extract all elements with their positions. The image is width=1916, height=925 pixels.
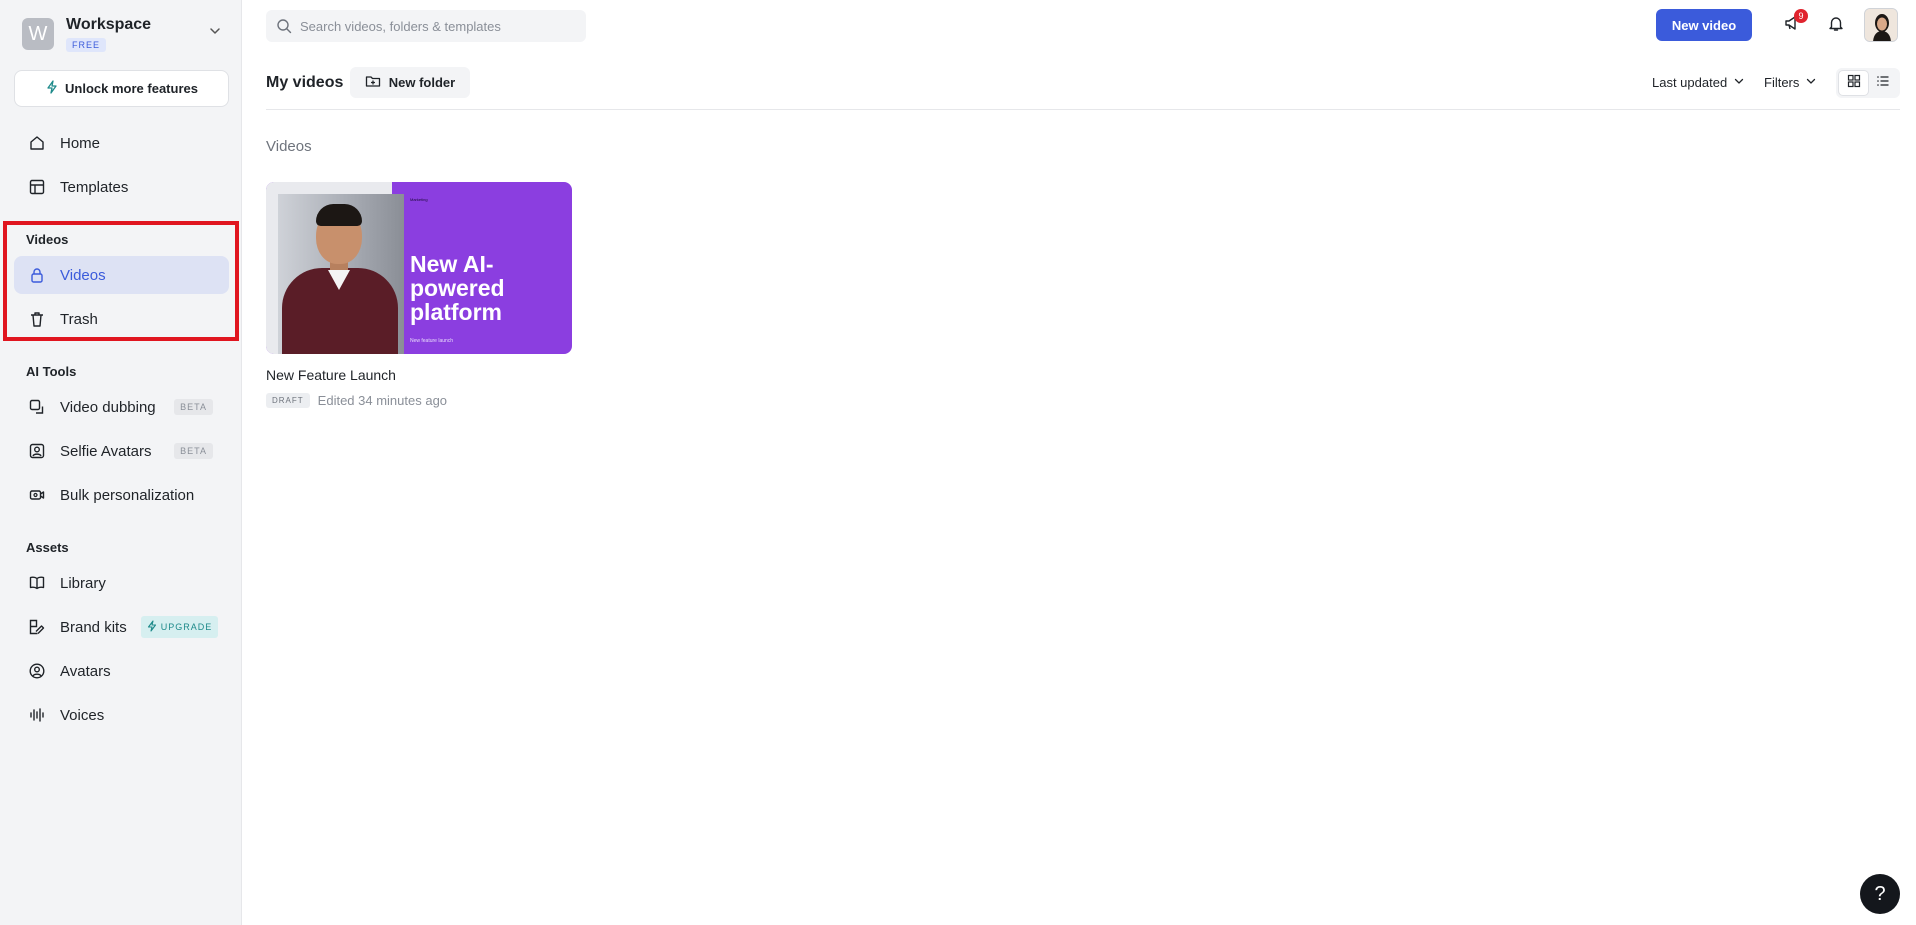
- presenter-photo: [278, 194, 404, 354]
- brand-kit-icon: [28, 618, 46, 636]
- grid-icon: [1847, 74, 1861, 93]
- sidebar-item-brand-kits[interactable]: Brand kits UPGRADE: [14, 608, 229, 646]
- app-root: W Workspace FREE Unlock more features Ho…: [0, 0, 1916, 925]
- sidebar-item-bulk-personalization[interactable]: Bulk personalization: [14, 476, 229, 514]
- notifications-button[interactable]: [1824, 13, 1848, 37]
- selfie-avatar-icon: [28, 442, 46, 460]
- sidebar-item-templates[interactable]: Templates: [14, 168, 229, 206]
- video-card[interactable]: Marketing New AI-powered platform New fe…: [266, 182, 572, 408]
- sort-dropdown[interactable]: Last updated: [1652, 75, 1745, 90]
- filters-label: Filters: [1764, 75, 1800, 90]
- new-folder-label: New folder: [388, 75, 456, 90]
- section-label-ai-tools: AI Tools: [26, 364, 77, 379]
- sidebar-item-label: Templates: [60, 178, 129, 196]
- video-thumbnail[interactable]: Marketing New AI-powered platform New fe…: [266, 182, 572, 354]
- sidebar-item-label: Brand kits: [60, 618, 127, 636]
- video-meta: DRAFT Edited 34 minutes ago: [266, 393, 572, 408]
- chevron-down-icon[interactable]: [208, 24, 222, 43]
- sidebar: W Workspace FREE Unlock more features Ho…: [0, 0, 242, 925]
- sidebar-item-video-dubbing[interactable]: Video dubbing BETA: [14, 388, 229, 426]
- sidebar-item-label: Bulk personalization: [60, 486, 195, 504]
- search-icon: [276, 18, 292, 34]
- section-label-assets: Assets: [26, 540, 69, 555]
- beta-badge: BETA: [174, 443, 213, 459]
- chevron-down-icon: [1733, 75, 1745, 90]
- thumbnail-headline: New AI-powered platform: [410, 251, 505, 325]
- workspace-plan-badge: FREE: [66, 38, 107, 52]
- list-view-button[interactable]: [1868, 71, 1897, 95]
- sort-label: Last updated: [1652, 75, 1728, 90]
- user-avatar[interactable]: [1864, 8, 1898, 42]
- sidebar-item-label: Avatars: [60, 662, 111, 680]
- filters-dropdown[interactable]: Filters: [1764, 75, 1817, 90]
- folder-plus-icon: [365, 73, 381, 92]
- waveform-icon: [28, 706, 46, 724]
- sidebar-item-voices[interactable]: Voices: [14, 696, 229, 734]
- sidebar-item-library[interactable]: Library: [14, 564, 229, 602]
- beta-badge: BETA: [174, 399, 213, 415]
- workspace-avatar: W: [22, 18, 54, 50]
- sidebar-item-label: Video dubbing: [60, 398, 156, 416]
- book-icon: [28, 574, 46, 592]
- dubbing-icon: [28, 398, 46, 416]
- unlock-features-label: Unlock more features: [65, 81, 198, 96]
- search-bar[interactable]: [266, 10, 586, 42]
- edited-timestamp: Edited 34 minutes ago: [317, 393, 448, 408]
- lightning-icon: [147, 620, 157, 634]
- sidebar-item-label: Library: [60, 574, 106, 592]
- highlight-annotation-box: [3, 221, 239, 341]
- avatar-icon: [28, 662, 46, 680]
- help-button[interactable]: ?: [1860, 874, 1900, 914]
- grid-view-button[interactable]: [1839, 71, 1868, 95]
- thumbnail-top-text: Marketing: [410, 197, 428, 202]
- bulk-icon: [28, 486, 46, 504]
- new-folder-button[interactable]: New folder: [350, 67, 470, 98]
- videos-section-label: Videos: [266, 138, 312, 155]
- lightning-icon: [45, 80, 59, 97]
- view-toggle: [1836, 68, 1900, 98]
- home-icon: [28, 134, 46, 152]
- sidebar-item-label: Home: [60, 134, 101, 152]
- notification-count-badge: 9: [1794, 9, 1808, 23]
- thumbnail-bottom-text: New feature launch: [410, 338, 454, 344]
- templates-icon: [28, 178, 46, 196]
- upgrade-badge[interactable]: UPGRADE: [140, 616, 219, 638]
- sidebar-item-avatars[interactable]: Avatars: [14, 652, 229, 690]
- search-input[interactable]: [300, 18, 570, 34]
- sidebar-item-label: Selfie Avatars: [60, 442, 152, 460]
- upgrade-label: UPGRADE: [160, 622, 213, 632]
- sidebar-item-selfie-avatars[interactable]: Selfie Avatars BETA: [14, 432, 229, 470]
- list-icon: [1876, 74, 1890, 93]
- page-title: My videos: [266, 74, 344, 91]
- toolbar-divider: [266, 109, 1900, 110]
- chevron-down-icon: [1805, 75, 1817, 90]
- draft-badge: DRAFT: [266, 393, 310, 408]
- workspace-switcher[interactable]: W Workspace FREE: [22, 16, 222, 52]
- unlock-features-button[interactable]: Unlock more features: [14, 70, 229, 107]
- sidebar-item-home[interactable]: Home: [14, 124, 229, 162]
- video-title[interactable]: New Feature Launch: [266, 367, 572, 383]
- bell-icon: [1827, 14, 1845, 37]
- new-video-button[interactable]: New video: [1656, 9, 1752, 41]
- workspace-name: Workspace: [66, 16, 152, 33]
- announcements-button[interactable]: 9: [1780, 9, 1808, 37]
- sidebar-item-label: Voices: [60, 706, 105, 724]
